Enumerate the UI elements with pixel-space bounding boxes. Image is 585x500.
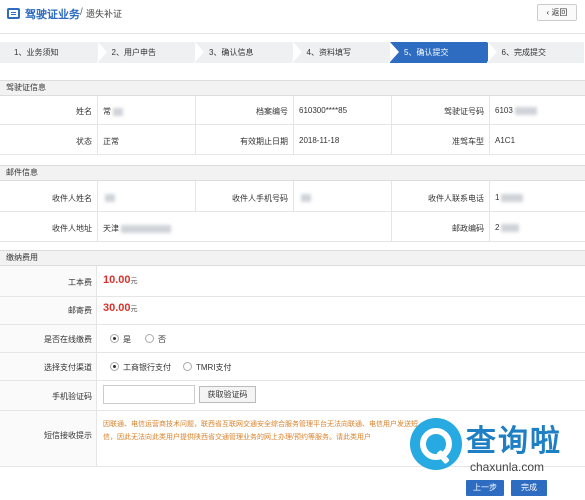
step-3: 3、确认信息 [195, 42, 300, 63]
postcode-label: 邮政编码 [452, 224, 484, 233]
mail-row-2: 收件人地址 天津 邮政编码 2 [0, 212, 585, 242]
license-section-title: 驾驶证信息 [0, 80, 585, 96]
get-code-button[interactable]: 获取验证码 [199, 386, 256, 403]
magnifier-icon [410, 418, 462, 470]
step-6: 6、完成提交 [487, 42, 584, 63]
name-value: 常 [103, 106, 123, 117]
online-pay-label: 是否在线缴费 [44, 335, 92, 344]
breadcrumb-separator: / [80, 7, 83, 18]
receiver-label: 收件人姓名 [52, 194, 92, 203]
online-no-label: 否 [158, 335, 166, 344]
address-value: 天津 [103, 223, 171, 234]
postage-value: 30.00元 [103, 302, 138, 314]
vehicle-label: 准驾车型 [452, 137, 484, 146]
top-bar: 驾驶证业务 / 遗失补证 ‹ 返回 [0, 0, 585, 34]
status-value: 正常 [103, 137, 119, 146]
postage-label: 邮寄费 [68, 306, 92, 315]
cost-label: 工本费 [68, 278, 92, 287]
postcode-value: 2 [495, 223, 520, 232]
watermark-url: chaxunla.com [470, 460, 545, 474]
channel-icbc-radio[interactable] [110, 362, 119, 371]
name-label: 姓名 [76, 107, 92, 116]
id-card-icon [7, 8, 20, 19]
step-1: 1、业务须知 [0, 42, 105, 63]
expire-value: 2018-11-18 [299, 136, 340, 145]
watermark: 查询啦 chaxunla.com [410, 412, 580, 498]
step-4: 4、资料填写 [292, 42, 398, 63]
step-5-active: 5、确认提交 [390, 42, 495, 63]
online-yes-radio[interactable] [110, 334, 119, 343]
online-yes-label: 是 [123, 335, 131, 344]
wizard-steps: 1、业务须知 2、用户申告 3、确认信息 4、资料填写 5、确认提交 6、完成提… [0, 42, 585, 63]
status-label: 状态 [76, 137, 92, 146]
license-no-label: 驾驶证号码 [444, 107, 484, 116]
vehicle-value: A1C1 [495, 136, 516, 145]
fee-section-title: 缴纳费用 [0, 250, 585, 266]
file-no-label: 档案编号 [256, 107, 288, 116]
code-label: 手机验证码 [52, 392, 92, 401]
contact-label: 收件人联系电话 [428, 194, 484, 203]
sms-notice-text: 因联通、电信运营商技术问题，联西省互联网交通安全综合服务管理平台无法向联通、电信… [103, 421, 418, 441]
file-no-value: 610300****85 [299, 106, 348, 115]
contact-value: 1 [495, 193, 524, 202]
page-title: 驾驶证业务 [25, 9, 80, 21]
mail-section-title: 邮件信息 [0, 165, 585, 181]
cost-value: 10.00元 [103, 274, 138, 286]
online-no-radio[interactable] [145, 334, 154, 343]
step-2: 2、用户申告 [97, 42, 203, 63]
channel-tmri-label: TMRI支付 [196, 363, 232, 372]
breadcrumb-current: 遗失补证 [86, 9, 123, 19]
back-button-label: 返回 [551, 8, 568, 17]
receiver-value [103, 193, 115, 202]
phone-value [299, 193, 311, 202]
address-label: 收件人地址 [52, 224, 92, 233]
phone-label: 收件人手机号码 [232, 194, 288, 203]
sms-tip-label: 短信接收提示 [44, 431, 92, 440]
channel-tmri-radio[interactable] [183, 362, 192, 371]
license-no-value: 6103 [495, 106, 537, 115]
back-button[interactable]: ‹ 返回 [537, 4, 577, 21]
expire-label: 有效期止日期 [240, 137, 288, 146]
mail-row-1: 收件人姓名 收件人手机号码 收件人联系电话 1 [0, 181, 585, 212]
channel-icbc-label: 工商银行支付 [123, 363, 171, 372]
channel-label: 选择支付渠道 [44, 363, 92, 372]
license-row-2: 状态 正常 有效期止日期 2018-11-18 准驾车型 A1C1 [0, 125, 585, 155]
license-row-1: 姓名 常 档案编号 610300****85 驾驶证号码 6103 [0, 96, 585, 125]
sms-code-input[interactable] [103, 385, 195, 404]
watermark-brand: 查询啦 [466, 425, 562, 458]
